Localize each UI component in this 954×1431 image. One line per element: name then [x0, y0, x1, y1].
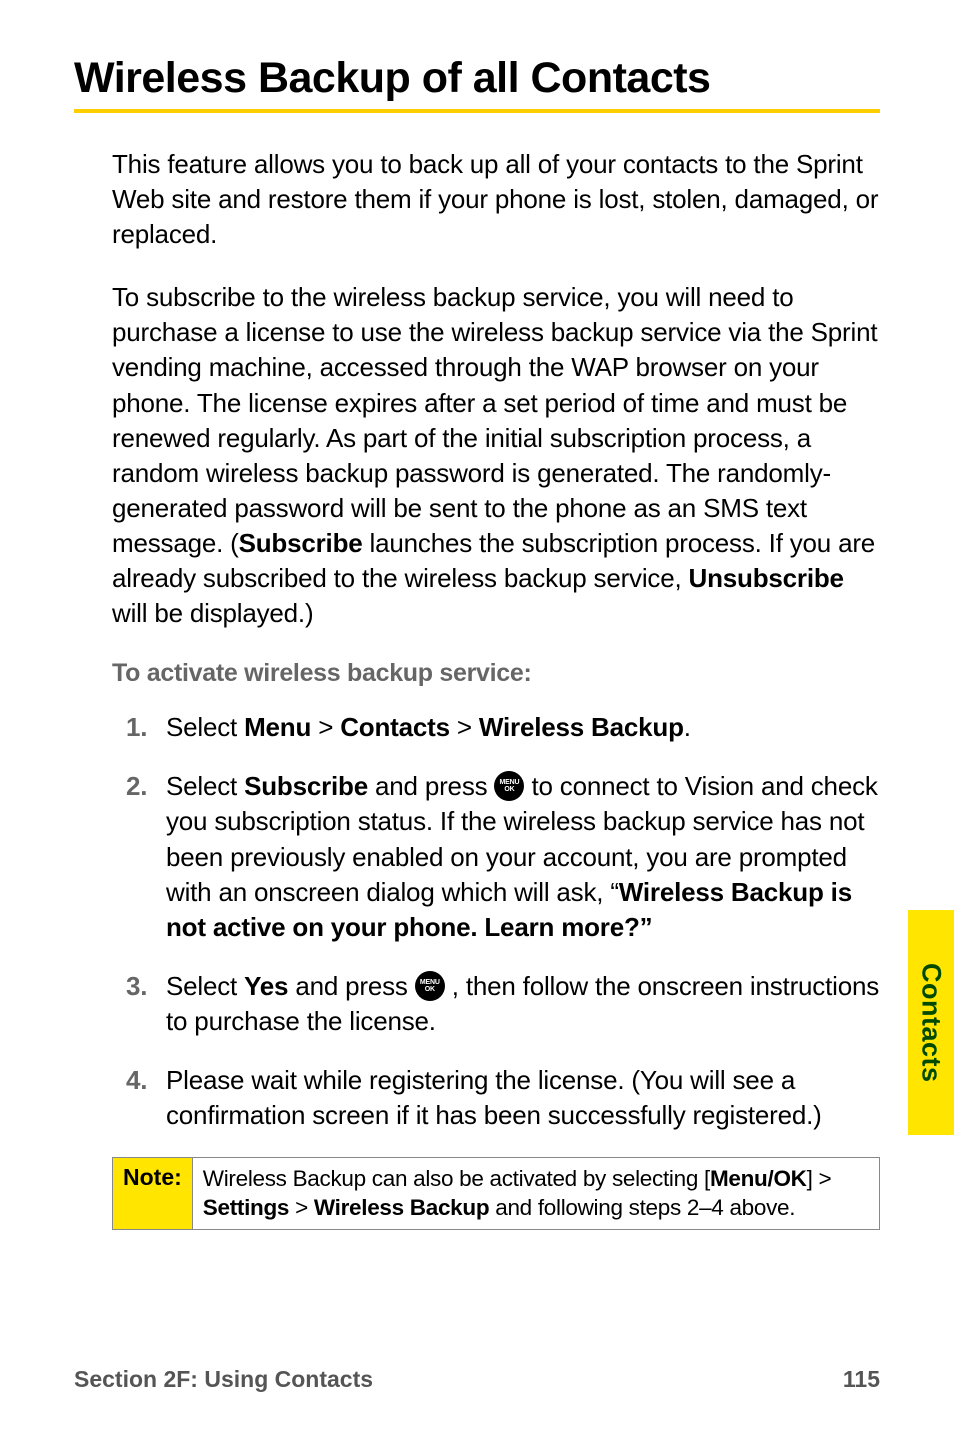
service-post: will be displayed.) — [112, 598, 313, 628]
procedure-heading: To activate wireless backup service: — [112, 659, 880, 688]
service-paragraph: To subscribe to the wireless backup serv… — [112, 280, 880, 631]
icon-line1: MENU — [420, 979, 440, 986]
text: and press — [288, 971, 414, 1001]
step-number: 3. — [126, 969, 166, 1039]
step-1: 1. Select Menu > Contacts > Wireless Bac… — [126, 710, 880, 745]
page-title: Wireless Backup of all Contacts — [74, 54, 880, 103]
side-tab: Contacts — [908, 910, 954, 1135]
subscribe-word: Subscribe — [244, 771, 368, 801]
step-3: 3. Select Yes and press MENUOK , then fo… — [126, 969, 880, 1039]
step-body: Please wait while registering the licens… — [166, 1063, 880, 1133]
subscribe-word: Subscribe — [239, 528, 363, 558]
step-number: 2. — [126, 769, 166, 944]
step-body: Select Menu > Contacts > Wireless Backup… — [166, 710, 880, 745]
settings-word: Settings — [203, 1195, 289, 1220]
icon-line1: MENU — [500, 779, 520, 786]
content-area: This feature allows you to back up all o… — [74, 147, 880, 1230]
note-box: Note: Wireless Backup can also be activa… — [112, 1157, 880, 1230]
sep: > — [311, 712, 340, 742]
text: . — [684, 712, 691, 742]
text: and press — [368, 771, 494, 801]
menu-word: Menu — [244, 712, 311, 742]
contacts-word: Contacts — [340, 712, 450, 742]
text: Select — [166, 712, 244, 742]
menu-ok-icon: MENUOK — [415, 971, 445, 1001]
icon-line2: OK — [425, 986, 435, 993]
text: Wireless Backup can also be activated by… — [203, 1166, 710, 1191]
menu-ok-icon: MENUOK — [494, 771, 524, 801]
text: Select — [166, 971, 244, 1001]
icon-line2: OK — [504, 786, 514, 793]
step-4: 4. Please wait while registering the lic… — [126, 1063, 880, 1133]
service-pre: To subscribe to the wireless backup serv… — [112, 282, 877, 558]
title-underline — [74, 109, 880, 113]
page-footer: Section 2F: Using Contacts 115 — [74, 1366, 880, 1393]
wireless-backup-word: Wireless Backup — [479, 712, 684, 742]
step-body: Select Subscribe and press MENUOK to con… — [166, 769, 880, 944]
steps-list: 1. Select Menu > Contacts > Wireless Bac… — [112, 710, 880, 1133]
text: > — [289, 1195, 314, 1220]
menu-ok-word: Menu/OK — [710, 1166, 807, 1191]
note-label: Note: — [113, 1158, 193, 1229]
text: Select — [166, 771, 244, 801]
step-number: 1. — [126, 710, 166, 745]
unsubscribe-word: Unsubscribe — [689, 563, 844, 593]
section-label: Section 2F: Using Contacts — [74, 1366, 373, 1393]
sep: > — [450, 712, 479, 742]
step-2: 2. Select Subscribe and press MENUOK to … — [126, 769, 880, 944]
wireless-backup-word: Wireless Backup — [314, 1195, 489, 1220]
step-number: 4. — [126, 1063, 166, 1133]
intro-paragraph: This feature allows you to back up all o… — [112, 147, 880, 252]
side-tab-label: Contacts — [916, 963, 947, 1083]
yes-word: Yes — [244, 971, 288, 1001]
note-body: Wireless Backup can also be activated by… — [193, 1158, 879, 1229]
page-number: 115 — [843, 1366, 880, 1393]
step-body: Select Yes and press MENUOK , then follo… — [166, 969, 880, 1039]
text: ] > — [807, 1166, 832, 1191]
text: and following steps 2–4 above. — [489, 1195, 795, 1220]
